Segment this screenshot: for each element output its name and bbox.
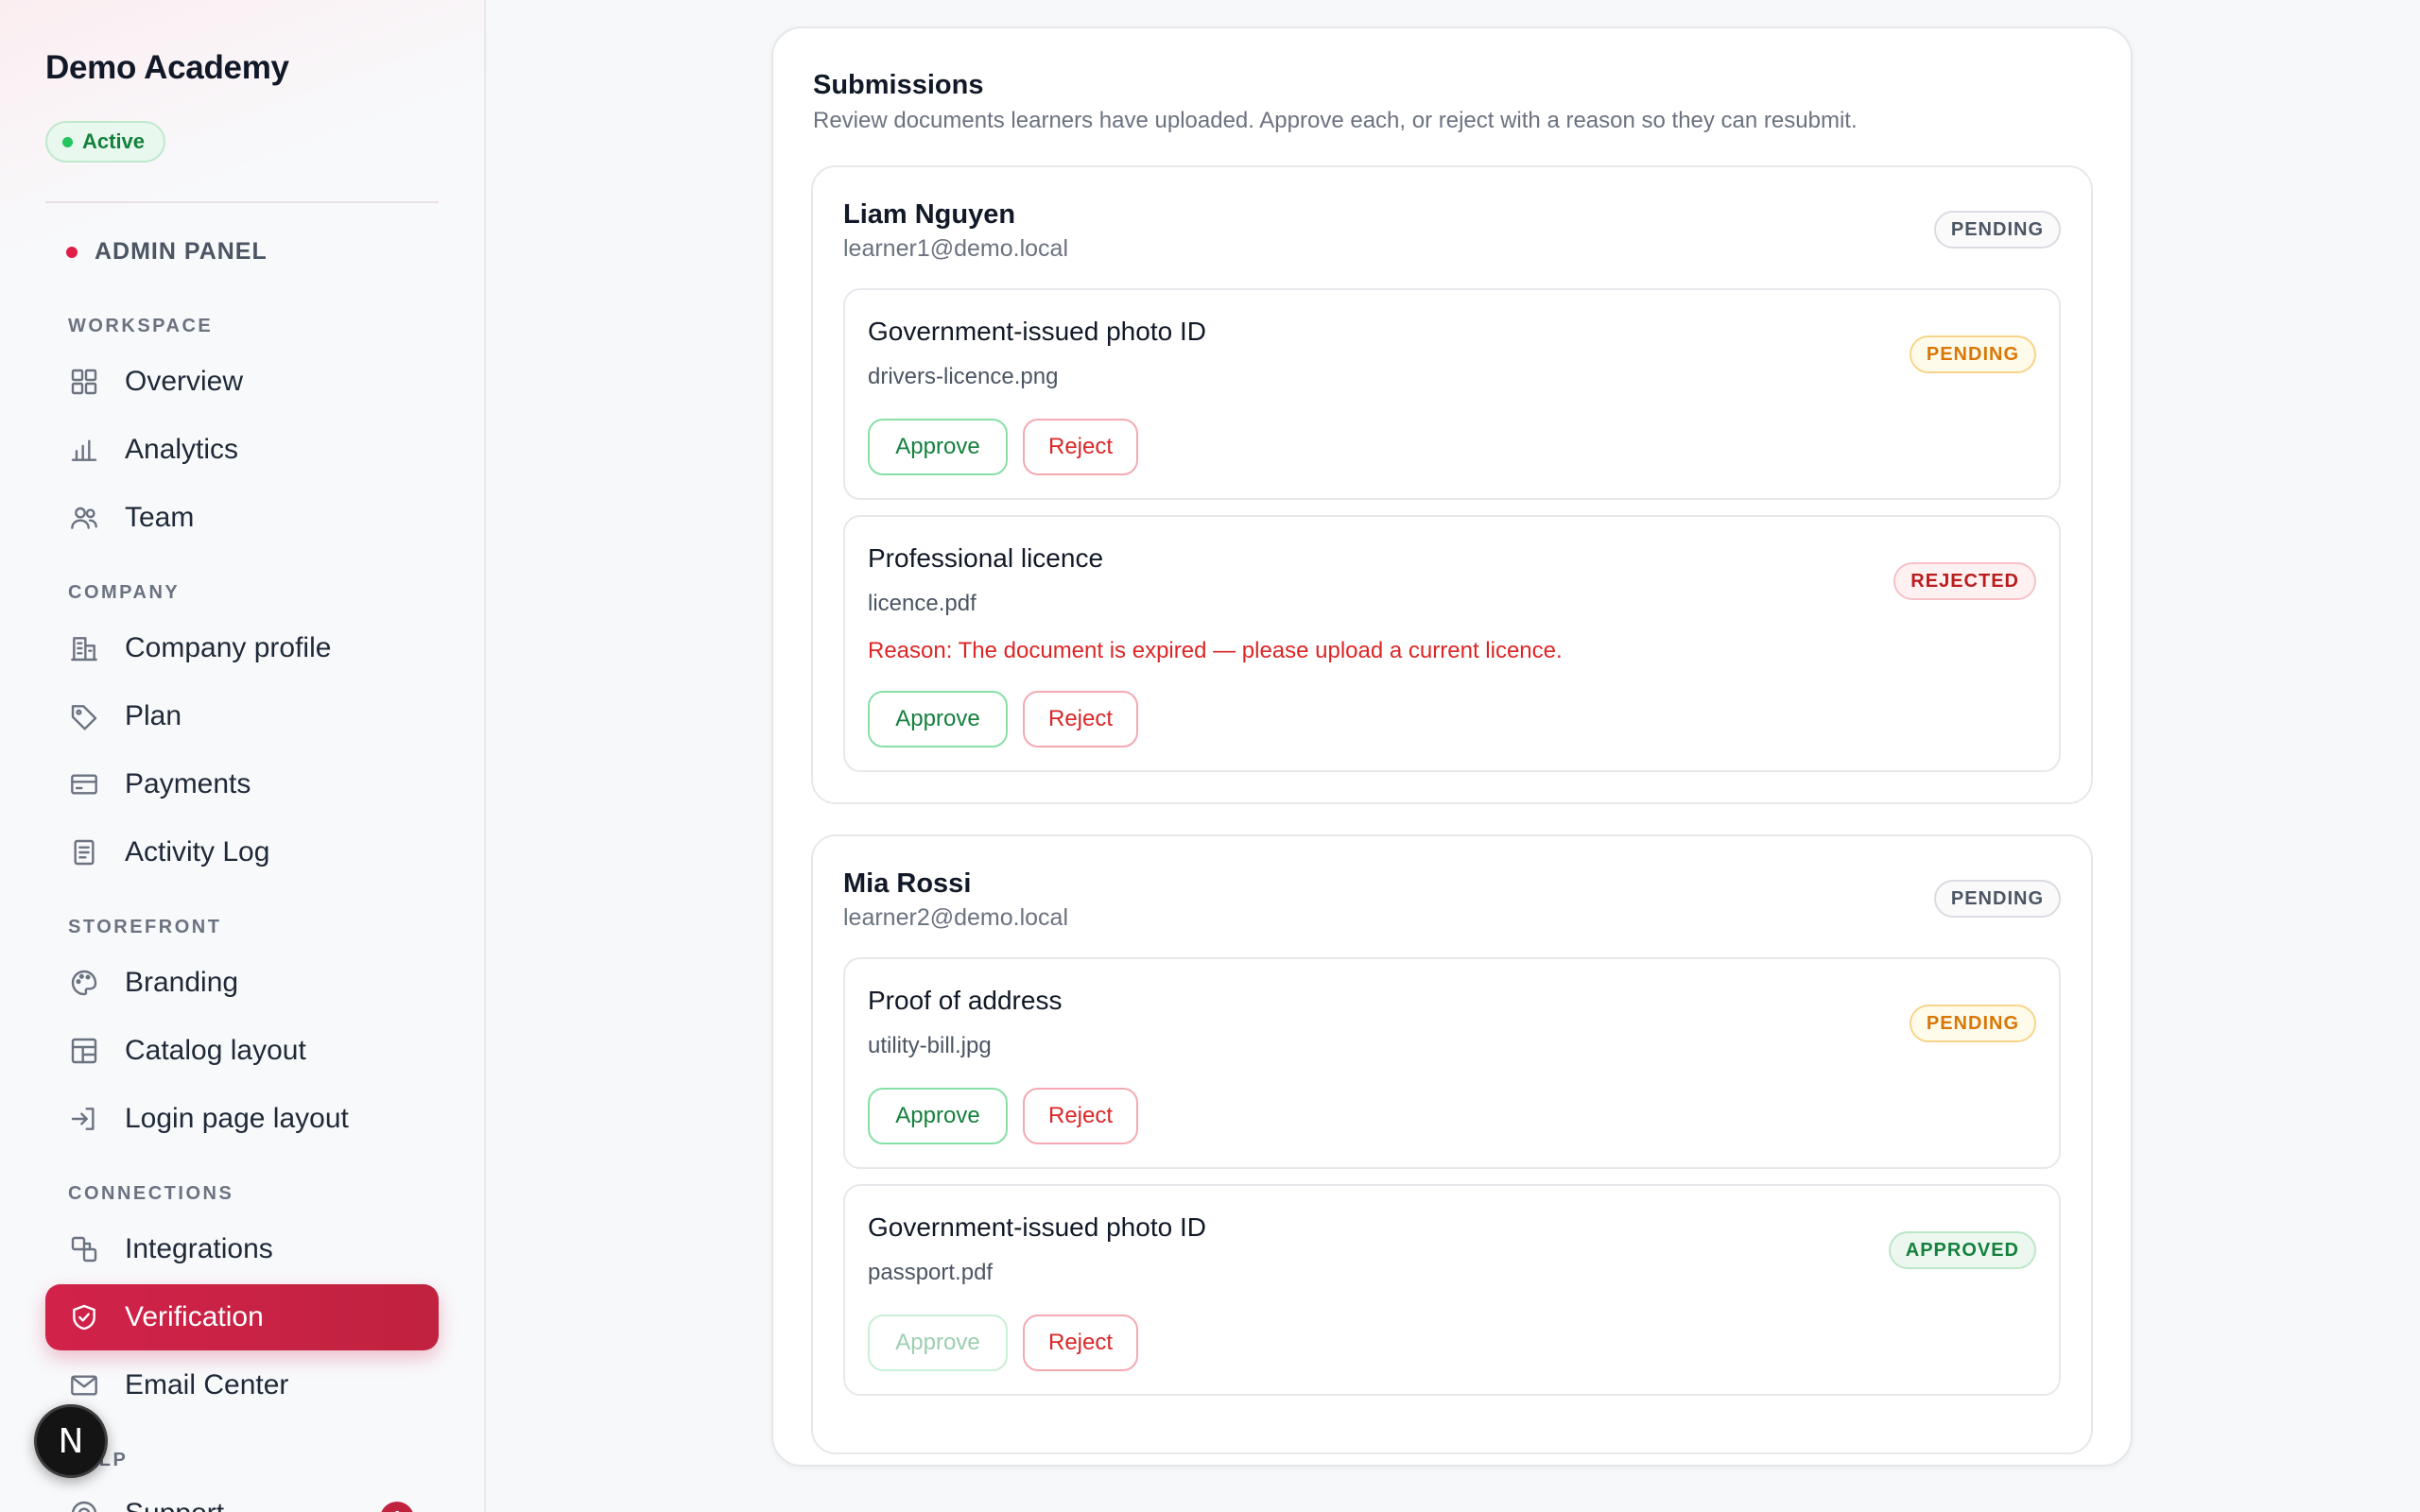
learner-name: Mia Rossi (843, 868, 972, 899)
submissions-card: Submissions Review documents learners ha… (771, 26, 2133, 1467)
support-icon (68, 1498, 100, 1512)
document-status-badge: PENDING (1909, 335, 2036, 373)
sidebar-item-activity-log[interactable]: Activity Log (45, 819, 439, 885)
brand-name: Demo Academy (45, 49, 289, 86)
learner-email: learner2@demo.local (843, 904, 1069, 931)
sidebar-item-verification[interactable]: Verification (45, 1284, 439, 1350)
login-icon (68, 1103, 100, 1135)
admin-panel-text: ADMIN PANEL (95, 238, 268, 265)
document-title: Government-issued photo ID (868, 317, 1206, 346)
sidebar-item-label: Payments (125, 768, 251, 799)
document-icon (68, 836, 100, 868)
sidebar-item-label: Analytics (125, 434, 239, 465)
integrations-icon (68, 1233, 100, 1265)
sidebar: Demo Academy Active ADMIN PANEL WORKSPAC… (0, 0, 486, 1512)
document-status-badge: REJECTED (1893, 562, 2036, 600)
document-card: Proof of address utility-bill.jpg PENDIN… (843, 957, 2061, 1169)
sidebar-item-branding[interactable]: Branding (45, 950, 439, 1016)
sidebar-item-label: Company profile (125, 632, 332, 663)
reject-button[interactable]: Reject (1023, 419, 1138, 475)
sidebar-item-label: Overview (125, 366, 244, 397)
admin-panel-dot (66, 246, 78, 258)
status-badge: Active (45, 121, 166, 163)
sidebar-divider (45, 201, 439, 203)
sidebar-item-analytics[interactable]: Analytics (45, 417, 439, 483)
document-title: Proof of address (868, 986, 1063, 1015)
sidebar-item-catalog-layout[interactable]: Catalog layout (45, 1018, 439, 1084)
palette-icon (68, 967, 100, 999)
tag-icon (68, 700, 100, 732)
support-count-badge: 1 (380, 1502, 414, 1512)
document-filename[interactable]: passport.pdf (868, 1260, 993, 1286)
learner-email: learner1@demo.local (843, 235, 1069, 262)
sidebar-item-label: Activity Log (125, 836, 270, 868)
document-filename[interactable]: utility-bill.jpg (868, 1033, 992, 1059)
document-title: Government-issued photo ID (868, 1212, 1206, 1242)
credit-card-icon (68, 768, 100, 800)
document-card: Professional licence licence.pdf Reason:… (843, 515, 2061, 772)
learner-status-badge: PENDING (1933, 211, 2061, 249)
sidebar-item-label: Login page layout (125, 1103, 349, 1134)
learner-card: Mia Rossi learner2@demo.local PENDING Pr… (811, 834, 2093, 1454)
status-label: Active (82, 129, 146, 153)
shield-check-icon (68, 1301, 100, 1333)
reject-button[interactable]: Reject (1023, 691, 1138, 747)
sidebar-item-overview[interactable]: Overview (45, 349, 439, 415)
sidebar-item-login-page-layout[interactable]: Login page layout (45, 1086, 439, 1152)
sidebar-item-label: Integrations (125, 1233, 273, 1264)
sidebar-item-integrations[interactable]: Integrations (45, 1216, 439, 1282)
sidebar-item-label: Plan (125, 700, 182, 731)
building-icon (68, 632, 100, 664)
status-dot (62, 136, 73, 147)
document-card: Government-issued photo ID drivers-licen… (843, 288, 2061, 500)
page-title: Submissions (813, 70, 984, 100)
sidebar-item-label: Support (125, 1498, 224, 1512)
mail-icon (68, 1369, 100, 1401)
users-icon (68, 502, 100, 534)
admin-panel-label: ADMIN PANEL (66, 238, 268, 266)
sidebar-item-label: Catalog layout (125, 1035, 306, 1066)
sidebar-item-plan[interactable]: Plan (45, 683, 439, 749)
learner-card: Liam Nguyen learner1@demo.local PENDING … (811, 165, 2093, 804)
document-filename[interactable]: licence.pdf (868, 591, 977, 617)
bar-chart-icon (68, 434, 100, 466)
page-subtitle: Review documents learners have uploaded.… (813, 108, 1858, 133)
floating-avatar-button[interactable]: N (34, 1404, 108, 1478)
grid-icon (68, 366, 100, 398)
reject-button[interactable]: Reject (1023, 1088, 1138, 1144)
sidebar-item-email-center[interactable]: Email Center (45, 1352, 439, 1418)
sidebar-item-label: Team (125, 502, 195, 533)
approve-button[interactable]: Approve (868, 1088, 1008, 1144)
document-filename[interactable]: drivers-licence.png (868, 364, 1058, 390)
approve-button[interactable]: Approve (868, 419, 1008, 475)
learner-name: Liam Nguyen (843, 199, 1016, 230)
document-status-badge: APPROVED (1888, 1231, 2036, 1269)
section-label-storefront: STOREFRONT (68, 917, 222, 937)
learner-status-badge: PENDING (1933, 880, 2061, 918)
section-label-company: COMPANY (68, 582, 181, 603)
approve-button[interactable]: Approve (868, 691, 1008, 747)
sidebar-item-label: Verification (125, 1301, 264, 1332)
section-label-workspace: WORKSPACE (68, 316, 214, 336)
sidebar-item-support[interactable]: Support 1 (45, 1481, 439, 1512)
sidebar-item-label: Email Center (125, 1369, 289, 1400)
document-title: Professional licence (868, 543, 1104, 573)
sidebar-item-company-profile[interactable]: Company profile (45, 615, 439, 681)
sidebar-item-team[interactable]: Team (45, 485, 439, 551)
sidebar-item-label: Branding (125, 967, 239, 998)
reject-button[interactable]: Reject (1023, 1314, 1138, 1371)
document-status-badge: PENDING (1909, 1005, 2036, 1042)
document-card: Government-issued photo ID passport.pdf … (843, 1184, 2061, 1396)
section-label-connections: CONNECTIONS (68, 1183, 234, 1204)
approve-button-disabled: Approve (868, 1314, 1008, 1371)
sidebar-item-payments[interactable]: Payments (45, 751, 439, 817)
layout-icon (68, 1035, 100, 1067)
rejection-reason: Reason: The document is expired — please… (868, 638, 1563, 663)
